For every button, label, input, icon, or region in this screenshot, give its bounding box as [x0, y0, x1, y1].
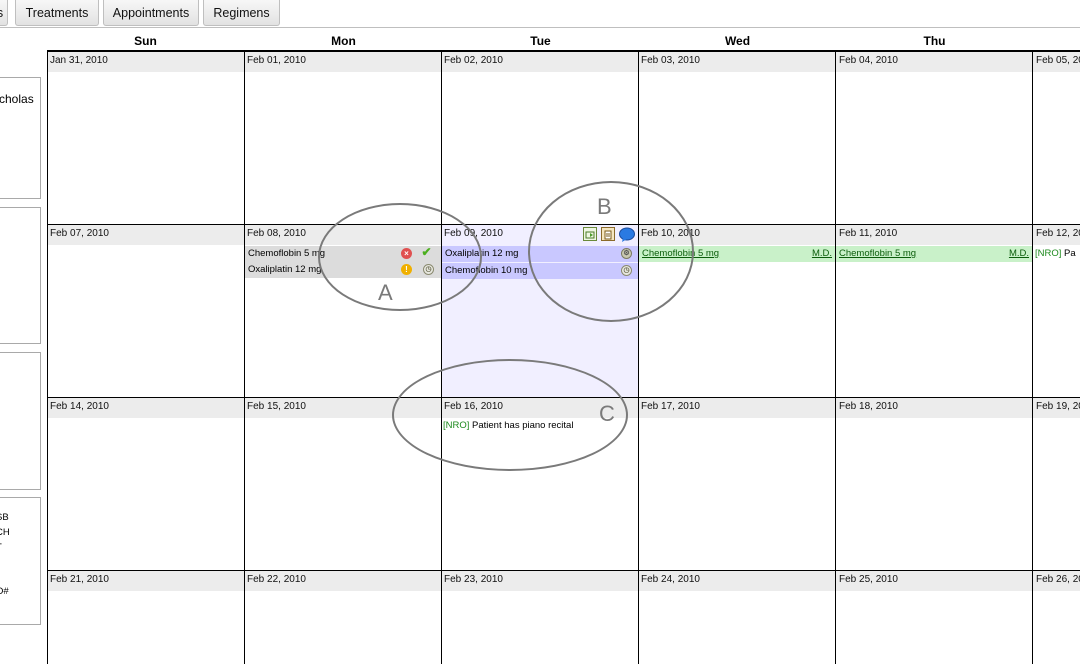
note-item[interactable]: [NRO] Pa	[1033, 246, 1080, 262]
patient-name-fragment: cholas	[0, 92, 34, 106]
legend-code: CH	[0, 527, 10, 538]
event-label: Chemoflobin 5 mg	[248, 248, 326, 259]
doctor-link[interactable]: M.D.	[1009, 246, 1029, 262]
annotation-ellipse-a	[318, 203, 482, 311]
legend-code: O#	[0, 586, 9, 597]
day-date[interactable]: Feb 23, 2010	[444, 574, 503, 585]
sidebar-panel-3	[0, 352, 41, 490]
day-date[interactable]: Feb 15, 2010	[247, 401, 306, 412]
tab-treatments[interactable]: Treatments	[15, 0, 99, 26]
day-date[interactable]: Feb 04, 2010	[839, 55, 898, 66]
day-date[interactable]: Feb 08, 2010	[247, 228, 306, 239]
day-date[interactable]: Feb 11, 2010	[839, 228, 897, 239]
tab-partial[interactable]: s	[0, 0, 8, 26]
tab-bar: s Treatments Appointments Regimens	[0, 0, 1080, 28]
annotation-label: C	[599, 401, 615, 426]
day-date[interactable]: Feb 19, 2010	[1036, 401, 1080, 412]
weekday-label: Sun	[134, 34, 157, 48]
weekday-label: Thu	[923, 34, 946, 48]
note-text: Pa	[1064, 248, 1076, 259]
day-date[interactable]: Feb 14, 2010	[50, 401, 109, 412]
day-date[interactable]: Feb 22, 2010	[247, 574, 306, 585]
tab-appointments[interactable]: Appointments	[103, 0, 199, 26]
day-date[interactable]: Jan 31, 2010	[50, 55, 108, 66]
annotation-label: B	[597, 194, 612, 219]
patient-panel: cholas	[0, 77, 41, 199]
event-label: Oxaliplatin 12 mg	[248, 264, 322, 275]
legend-code: SB	[0, 512, 9, 523]
event-item[interactable]: Chemoflobin 5 mg M.D.	[836, 246, 1032, 262]
note-tag: [NRO]	[1035, 248, 1062, 259]
legend-code: T	[0, 542, 2, 553]
sidebar-panel-2	[0, 207, 41, 344]
weekday-label: Mon	[331, 34, 356, 48]
day-date[interactable]: Feb 02, 2010	[444, 55, 503, 66]
day-date[interactable]: Feb 05, 2010	[1036, 55, 1080, 66]
day-date[interactable]: Feb 24, 2010	[641, 574, 700, 585]
event-link[interactable]: Chemoflobin 5 mg	[839, 248, 916, 259]
day-date[interactable]: Feb 03, 2010	[641, 55, 700, 66]
day-date[interactable]: Feb 26, 2010	[1036, 574, 1080, 585]
day-date[interactable]: Feb 25, 2010	[839, 574, 898, 585]
tab-regimens[interactable]: Regimens	[203, 0, 280, 26]
day-date[interactable]: Feb 12, 2010	[1036, 228, 1080, 239]
annotation-ellipse-c	[392, 359, 628, 471]
day-date[interactable]: Feb 18, 2010	[839, 401, 898, 412]
annotation-label: A	[378, 280, 393, 305]
weekday-label: Tue	[530, 34, 551, 48]
day-date[interactable]: Feb 21, 2010	[50, 574, 109, 585]
day-date[interactable]: Feb 17, 2010	[641, 401, 700, 412]
weekday-label: Wed	[724, 34, 751, 48]
legend-panel: SB CH T . O#	[0, 497, 41, 625]
doctor-link[interactable]: M.D.	[812, 246, 832, 262]
day-date[interactable]: Feb 01, 2010	[247, 55, 306, 66]
day-date[interactable]: Feb 07, 2010	[50, 228, 109, 239]
